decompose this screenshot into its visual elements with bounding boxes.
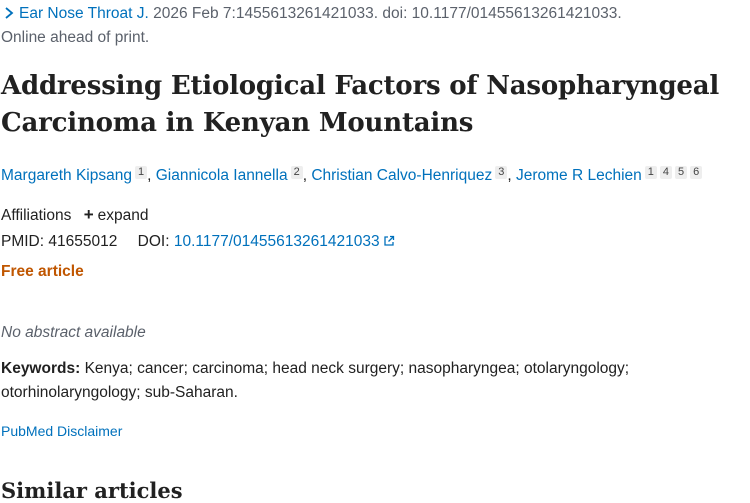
citation-line: Ear Nose Throat J. 2026 Feb 7:1455613261… [2,4,622,24]
journal-link[interactable]: Ear Nose Throat J. [19,5,149,22]
affiliation-number[interactable]: 1 [644,166,657,179]
keywords-label: Keywords: [1,360,81,377]
no-abstract-note: No abstract available [1,324,146,341]
author-separator: , [507,167,516,184]
external-link-icon [383,235,394,246]
author-separator: , [147,167,156,184]
affiliation-number[interactable]: 5 [675,166,688,179]
similar-articles-heading: Similar articles [1,478,183,503]
expand-label: expand [97,207,149,224]
print-status: Online ahead of print. [1,29,150,46]
author-list: Margareth Kipsang 1, Giannicola Iannella 2… [1,165,703,187]
doi-link[interactable]: 10.1177/01455613261421033 [174,233,395,250]
affiliation-number[interactable]: 4 [659,166,673,179]
pmid-value: 41655012 [48,233,118,250]
pmid-label: PMID: [1,233,45,250]
affiliation-number[interactable]: 2 [290,166,303,179]
keywords-text: Kenya; cancer; carcinoma; head neck surg… [1,360,630,401]
expand-affiliations-button[interactable]: + expand [83,205,149,224]
author-name[interactable]: Jerome R Lechien [516,167,642,184]
plus-icon: + [83,205,94,224]
free-article-badge: Free article [1,263,84,280]
chevron-right-icon[interactable] [2,6,16,20]
author-name[interactable]: Christian Calvo-Henriquez [311,167,492,184]
doi-label: DOI: [137,233,170,250]
identifiers-row: PMID: 41655012 DOI: 10.1177/014556132614… [1,233,395,251]
keywords-section: Keywords: Kenya; cancer; carcinoma; head… [1,357,741,405]
affiliations-row: Affiliations + expand [1,205,148,225]
doi-value[interactable]: 10.1177/01455613261421033 [174,233,380,250]
author-name[interactable]: Margareth Kipsang [1,167,132,184]
pubmed-disclaimer-link[interactable]: PubMed Disclaimer [1,423,122,439]
affiliation-number[interactable]: 1 [134,166,148,179]
affiliation-number[interactable]: 6 [690,166,703,179]
article-title: Addressing Etiological Factors of Nasoph… [1,71,720,138]
citation-details: 2026 Feb 7:1455613261421033. doi: 10.117… [148,5,622,22]
author-name[interactable]: Giannicola Iannella [156,167,288,184]
affiliation-number[interactable]: 3 [495,166,508,179]
affiliations-label: Affiliations [1,207,72,224]
